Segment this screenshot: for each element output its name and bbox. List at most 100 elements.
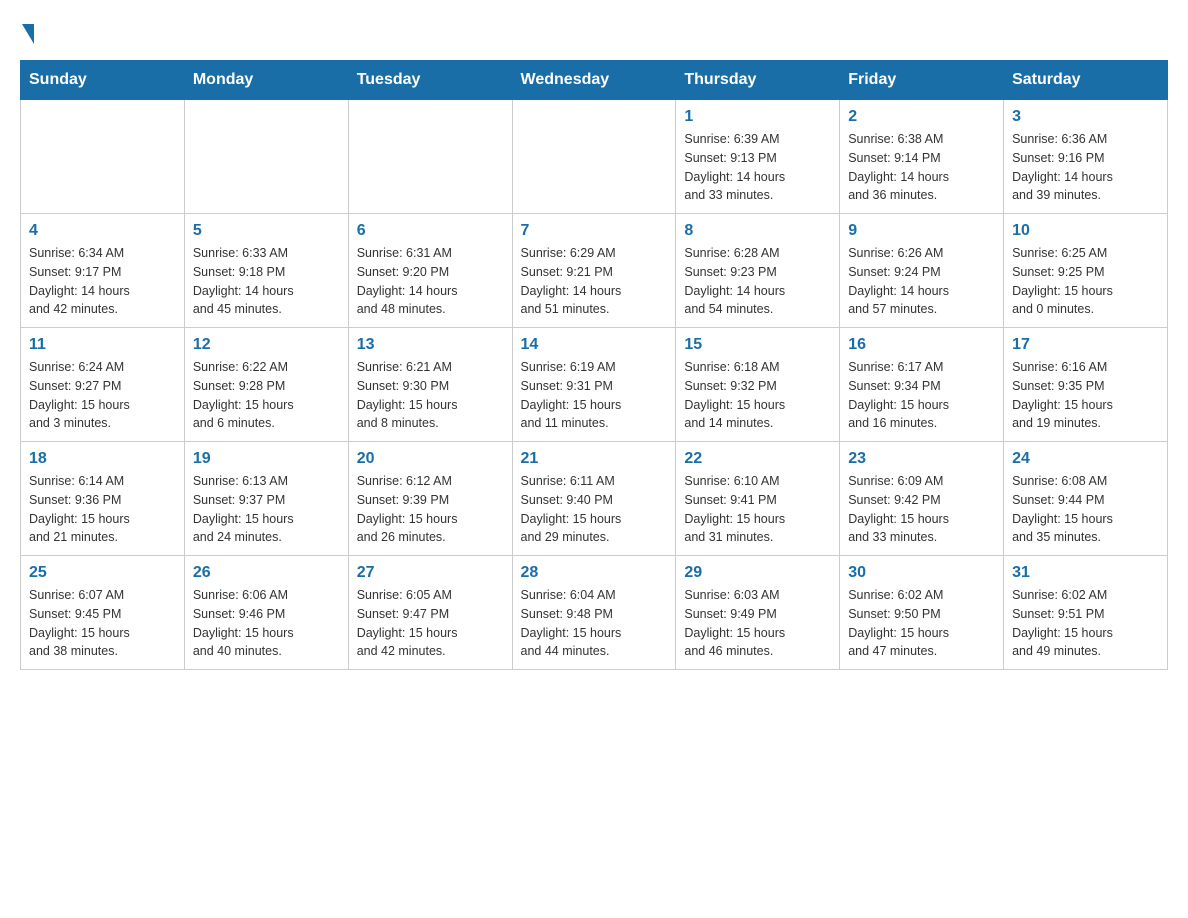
day-number: 12 [193,336,340,354]
calendar-cell: 18 Sunrise: 6:14 AMSunset: 9:36 PMDayligh… [21,442,185,556]
day-info: Sunrise: 6:36 AMSunset: 9:16 PMDaylight:… [1012,130,1159,205]
day-number: 4 [29,222,176,240]
day-info: Sunrise: 6:33 AMSunset: 9:18 PMDaylight:… [193,244,340,319]
logo [20,20,34,40]
day-info: Sunrise: 6:26 AMSunset: 9:24 PMDaylight:… [848,244,995,319]
day-info: Sunrise: 6:38 AMSunset: 9:14 PMDaylight:… [848,130,995,205]
calendar-week-4: 18 Sunrise: 6:14 AMSunset: 9:36 PMDayligh… [21,442,1168,556]
day-number: 11 [29,336,176,354]
calendar-cell [348,100,512,214]
logo-triangle-icon [22,24,34,44]
page-header [20,20,1168,40]
calendar-cell: 20 Sunrise: 6:12 AMSunset: 9:39 PMDayligh… [348,442,512,556]
day-info: Sunrise: 6:05 AMSunset: 9:47 PMDaylight:… [357,586,504,661]
day-number: 1 [684,108,831,126]
day-number: 29 [684,564,831,582]
day-number: 19 [193,450,340,468]
day-number: 21 [521,450,668,468]
day-number: 26 [193,564,340,582]
calendar-cell: 31Sunrise: 6:02 AMSunset: 9:51 PMDayligh… [1004,556,1168,670]
weekday-header-wednesday: Wednesday [512,61,676,100]
day-number: 7 [521,222,668,240]
calendar-cell: 15 Sunrise: 6:18 AMSunset: 9:32 PMDayligh… [676,328,840,442]
day-number: 6 [357,222,504,240]
day-number: 2 [848,108,995,126]
calendar-cell: 19 Sunrise: 6:13 AMSunset: 9:37 PMDayligh… [184,442,348,556]
day-info: Sunrise: 6:28 AMSunset: 9:23 PMDaylight:… [684,244,831,319]
day-info: Sunrise: 6:39 AMSunset: 9:13 PMDaylight:… [684,130,831,205]
calendar-cell: 6 Sunrise: 6:31 AMSunset: 9:20 PMDaylight… [348,214,512,328]
day-number: 30 [848,564,995,582]
day-info: Sunrise: 6:29 AMSunset: 9:21 PMDaylight:… [521,244,668,319]
day-number: 5 [193,222,340,240]
day-number: 20 [357,450,504,468]
day-info: Sunrise: 6:21 AMSunset: 9:30 PMDaylight:… [357,358,504,433]
calendar-cell: 23 Sunrise: 6:09 AMSunset: 9:42 PMDayligh… [840,442,1004,556]
calendar-cell: 25 Sunrise: 6:07 AMSunset: 9:45 PMDayligh… [21,556,185,670]
calendar-cell: 14 Sunrise: 6:19 AMSunset: 9:31 PMDayligh… [512,328,676,442]
day-number: 15 [684,336,831,354]
day-number: 17 [1012,336,1159,354]
day-info: Sunrise: 6:04 AMSunset: 9:48 PMDaylight:… [521,586,668,661]
calendar-cell [512,100,676,214]
day-info: Sunrise: 6:16 AMSunset: 9:35 PMDaylight:… [1012,358,1159,433]
day-number: 18 [29,450,176,468]
weekday-header-friday: Friday [840,61,1004,100]
calendar-week-5: 25 Sunrise: 6:07 AMSunset: 9:45 PMDayligh… [21,556,1168,670]
day-info: Sunrise: 6:06 AMSunset: 9:46 PMDaylight:… [193,586,340,661]
day-number: 23 [848,450,995,468]
calendar-week-3: 11 Sunrise: 6:24 AMSunset: 9:27 PMDayligh… [21,328,1168,442]
calendar-week-2: 4Sunrise: 6:34 AMSunset: 9:17 PMDaylight… [21,214,1168,328]
calendar-cell: 10 Sunrise: 6:25 AMSunset: 9:25 PMDayligh… [1004,214,1168,328]
day-info: Sunrise: 6:02 AMSunset: 9:50 PMDaylight:… [848,586,995,661]
calendar-cell: 9Sunrise: 6:26 AMSunset: 9:24 PMDaylight… [840,214,1004,328]
day-info: Sunrise: 6:09 AMSunset: 9:42 PMDaylight:… [848,472,995,547]
weekday-header-tuesday: Tuesday [348,61,512,100]
calendar-cell: 4Sunrise: 6:34 AMSunset: 9:17 PMDaylight… [21,214,185,328]
weekday-header-saturday: Saturday [1004,61,1168,100]
day-info: Sunrise: 6:12 AMSunset: 9:39 PMDaylight:… [357,472,504,547]
day-info: Sunrise: 6:17 AMSunset: 9:34 PMDaylight:… [848,358,995,433]
calendar-cell: 21 Sunrise: 6:11 AMSunset: 9:40 PMDayligh… [512,442,676,556]
day-number: 14 [521,336,668,354]
day-info: Sunrise: 6:19 AMSunset: 9:31 PMDaylight:… [521,358,668,433]
day-number: 27 [357,564,504,582]
calendar-table: SundayMondayTuesdayWednesdayThursdayFrid… [20,60,1168,670]
weekday-header-row: SundayMondayTuesdayWednesdayThursdayFrid… [21,61,1168,100]
day-info: Sunrise: 6:02 AMSunset: 9:51 PMDaylight:… [1012,586,1159,661]
day-number: 22 [684,450,831,468]
day-info: Sunrise: 6:07 AMSunset: 9:45 PMDaylight:… [29,586,176,661]
calendar-cell: 2 Sunrise: 6:38 AMSunset: 9:14 PMDaylight… [840,100,1004,214]
day-info: Sunrise: 6:03 AMSunset: 9:49 PMDaylight:… [684,586,831,661]
calendar-cell: 8 Sunrise: 6:28 AMSunset: 9:23 PMDaylight… [676,214,840,328]
day-info: Sunrise: 6:10 AMSunset: 9:41 PMDaylight:… [684,472,831,547]
day-info: Sunrise: 6:11 AMSunset: 9:40 PMDaylight:… [521,472,668,547]
day-number: 8 [684,222,831,240]
calendar-cell: 27 Sunrise: 6:05 AMSunset: 9:47 PMDayligh… [348,556,512,670]
weekday-header-monday: Monday [184,61,348,100]
day-number: 25 [29,564,176,582]
day-info: Sunrise: 6:18 AMSunset: 9:32 PMDaylight:… [684,358,831,433]
calendar-cell: 17 Sunrise: 6:16 AMSunset: 9:35 PMDayligh… [1004,328,1168,442]
day-number: 13 [357,336,504,354]
calendar-cell: 16 Sunrise: 6:17 AMSunset: 9:34 PMDayligh… [840,328,1004,442]
weekday-header-thursday: Thursday [676,61,840,100]
day-number: 3 [1012,108,1159,126]
calendar-cell: 13 Sunrise: 6:21 AMSunset: 9:30 PMDayligh… [348,328,512,442]
day-number: 16 [848,336,995,354]
day-number: 10 [1012,222,1159,240]
day-info: Sunrise: 6:31 AMSunset: 9:20 PMDaylight:… [357,244,504,319]
calendar-cell: 12Sunrise: 6:22 AMSunset: 9:28 PMDayligh… [184,328,348,442]
calendar-cell: 29 Sunrise: 6:03 AMSunset: 9:49 PMDayligh… [676,556,840,670]
calendar-cell: 30 Sunrise: 6:02 AMSunset: 9:50 PMDayligh… [840,556,1004,670]
day-info: Sunrise: 6:24 AMSunset: 9:27 PMDaylight:… [29,358,176,433]
day-number: 28 [521,564,668,582]
day-info: Sunrise: 6:25 AMSunset: 9:25 PMDaylight:… [1012,244,1159,319]
day-info: Sunrise: 6:14 AMSunset: 9:36 PMDaylight:… [29,472,176,547]
calendar-week-1: 1 Sunrise: 6:39 AMSunset: 9:13 PMDaylight… [21,100,1168,214]
calendar-cell: 28 Sunrise: 6:04 AMSunset: 9:48 PMDayligh… [512,556,676,670]
calendar-cell: 24Sunrise: 6:08 AMSunset: 9:44 PMDayligh… [1004,442,1168,556]
calendar-cell: 5 Sunrise: 6:33 AMSunset: 9:18 PMDaylight… [184,214,348,328]
day-info: Sunrise: 6:13 AMSunset: 9:37 PMDaylight:… [193,472,340,547]
calendar-cell: 26 Sunrise: 6:06 AMSunset: 9:46 PMDayligh… [184,556,348,670]
